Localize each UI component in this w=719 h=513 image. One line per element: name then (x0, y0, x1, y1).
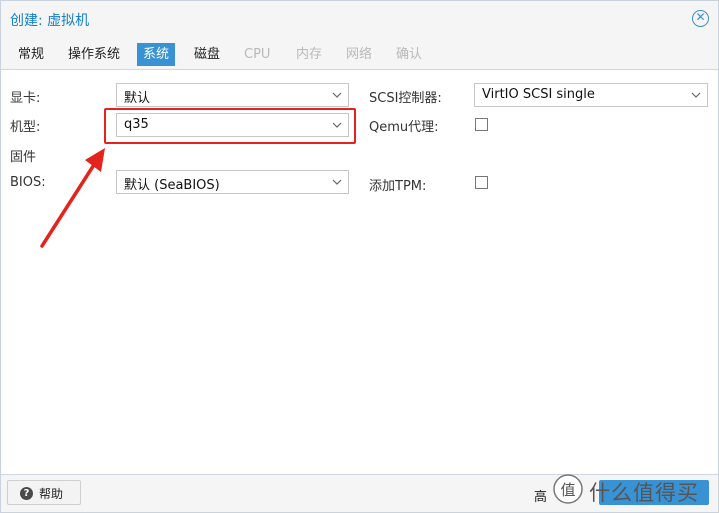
tab-system[interactable]: 系统 (137, 43, 176, 66)
close-icon[interactable]: ✕ (692, 10, 709, 27)
tab-network: 网络 (346, 47, 373, 62)
bios-select[interactable]: 默认 (SeaBIOS) (116, 170, 349, 194)
scsi-controller-value: VirtIO SCSI single (482, 87, 595, 102)
help-button[interactable]: ? 帮助 (7, 480, 81, 505)
help-button-label: 帮助 (39, 487, 64, 501)
scsi-controller-label: SCSI控制器: (369, 91, 442, 106)
graphics-select-value: 默认 (124, 91, 151, 106)
qemu-agent-label: Qemu代理: (369, 120, 439, 135)
scsi-controller-select[interactable]: VirtIO SCSI single (474, 83, 708, 107)
annotation-highlight-box (104, 108, 356, 144)
svg-text:值: 值 (560, 481, 575, 499)
bios-select-value: 默认 (SeaBIOS) (124, 178, 220, 193)
watermark-logo-icon: 值 (553, 474, 583, 504)
graphics-label: 显卡: (10, 91, 41, 106)
create-vm-dialog: 创建: 虚拟机 ✕ 常规 操作系统 系统 磁盘 CPU 内存 网络 确认 显卡:… (0, 0, 719, 513)
tab-memory: 内存 (296, 47, 323, 62)
chevron-down-icon (332, 179, 342, 185)
qemu-agent-checkbox[interactable] (475, 118, 488, 131)
dialog-titlebar: 创建: 虚拟机 ✕ (1, 1, 718, 37)
advanced-label: 高 (534, 490, 548, 505)
watermark: 值 什么值得买 (547, 471, 717, 507)
annotation-arrow-icon (40, 148, 105, 248)
tpm-checkbox[interactable] (475, 176, 488, 189)
tab-bar: 常规 操作系统 系统 磁盘 CPU 内存 网络 确认 (1, 37, 718, 70)
help-icon: ? (20, 487, 33, 500)
tab-disks[interactable]: 磁盘 (188, 43, 226, 66)
dialog-title: 创建: 虚拟机 (10, 13, 90, 29)
tab-confirm: 确认 (396, 47, 423, 62)
tpm-label: 添加TPM: (369, 179, 427, 194)
tab-general[interactable]: 常规 (12, 43, 50, 66)
firmware-heading: 固件 (10, 150, 37, 165)
tab-os[interactable]: 操作系统 (62, 43, 126, 66)
machine-label: 机型: (10, 120, 41, 135)
tab-cpu: CPU (244, 47, 271, 62)
chevron-down-icon (691, 92, 701, 98)
graphics-select[interactable]: 默认 (116, 83, 349, 107)
watermark-text: 什么值得买 (589, 481, 699, 505)
chevron-down-icon (332, 92, 342, 98)
